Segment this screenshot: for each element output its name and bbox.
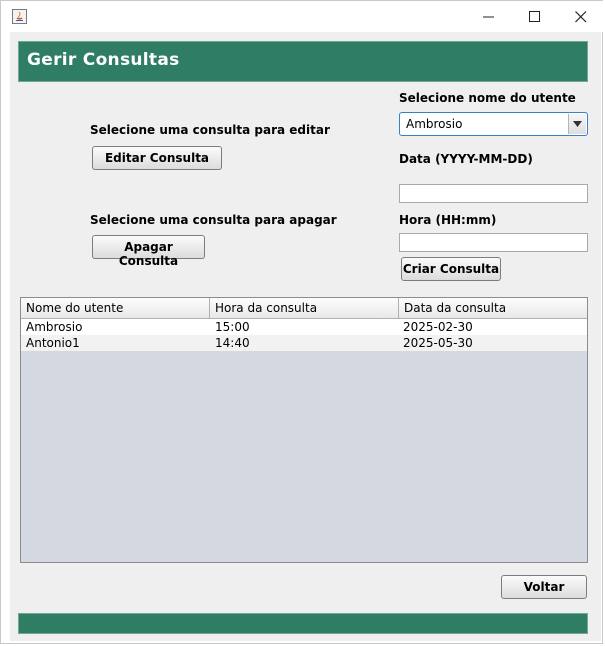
column-header-time[interactable]: Hora da consulta [210, 298, 399, 318]
title-bar[interactable] [1, 1, 604, 32]
header-banner: Gerir Consultas [18, 41, 588, 82]
main-panel: Gerir Consultas Selecione uma consulta p… [10, 32, 601, 641]
patient-select-value: Ambrosio [406, 117, 463, 131]
edit-consultation-button-label: Editar Consulta [104, 151, 210, 165]
delete-instruction-label: Selecione uma consulta para apagar [90, 213, 337, 227]
table-cell: 15:00 [215, 320, 250, 334]
footer-banner [18, 613, 588, 634]
column-header-patient[interactable]: Nome do utente [21, 298, 210, 318]
time-label: Hora (HH:mm) [399, 213, 497, 227]
table-cell: 2025-05-30 [403, 336, 473, 350]
patient-select[interactable]: Ambrosio [399, 112, 588, 136]
back-button[interactable]: Voltar [501, 575, 587, 599]
column-header-date[interactable]: Data da consulta [399, 298, 587, 318]
close-icon [575, 11, 587, 23]
delete-consultation-button[interactable]: Apagar Consulta [92, 235, 205, 268]
dropdown-button[interactable] [568, 114, 586, 134]
create-consultation-button-label: Criar Consulta [402, 262, 500, 276]
time-field[interactable] [399, 233, 588, 252]
page-title: Gerir Consultas [27, 50, 180, 70]
minimize-button[interactable] [466, 1, 512, 32]
delete-consultation-button-label: Apagar Consulta [118, 240, 179, 268]
maximize-button[interactable] [512, 1, 558, 32]
minimize-icon [483, 16, 494, 18]
table-row[interactable]: Ambrosio 15:00 2025-02-30 [21, 319, 587, 335]
table-cell: 2025-02-30 [403, 320, 473, 334]
consultations-table[interactable]: Nome do utente Hora da consulta Data da … [20, 297, 588, 563]
table-cell: Ambrosio [26, 320, 83, 334]
table-header: Nome do utente Hora da consulta Data da … [21, 298, 587, 319]
chevron-down-icon [573, 121, 582, 127]
close-button[interactable] [558, 1, 604, 32]
date-field[interactable] [399, 184, 588, 203]
date-label: Data (YYYY-MM-DD) [399, 152, 533, 166]
table-cell: Antonio1 [26, 336, 80, 350]
java-icon[interactable] [12, 9, 27, 24]
back-button-label: Voltar [523, 580, 565, 594]
edit-consultation-button[interactable]: Editar Consulta [92, 146, 222, 170]
table-cell: 14:40 [215, 336, 250, 350]
patient-select-label: Selecione nome do utente [399, 91, 576, 105]
edit-instruction-label: Selecione uma consulta para editar [90, 123, 330, 137]
app-window: Gerir Consultas Selecione uma consulta p… [0, 0, 604, 644]
maximize-icon [529, 11, 540, 22]
create-consultation-button[interactable]: Criar Consulta [401, 257, 501, 281]
table-row[interactable]: Antonio1 14:40 2025-05-30 [21, 335, 587, 351]
